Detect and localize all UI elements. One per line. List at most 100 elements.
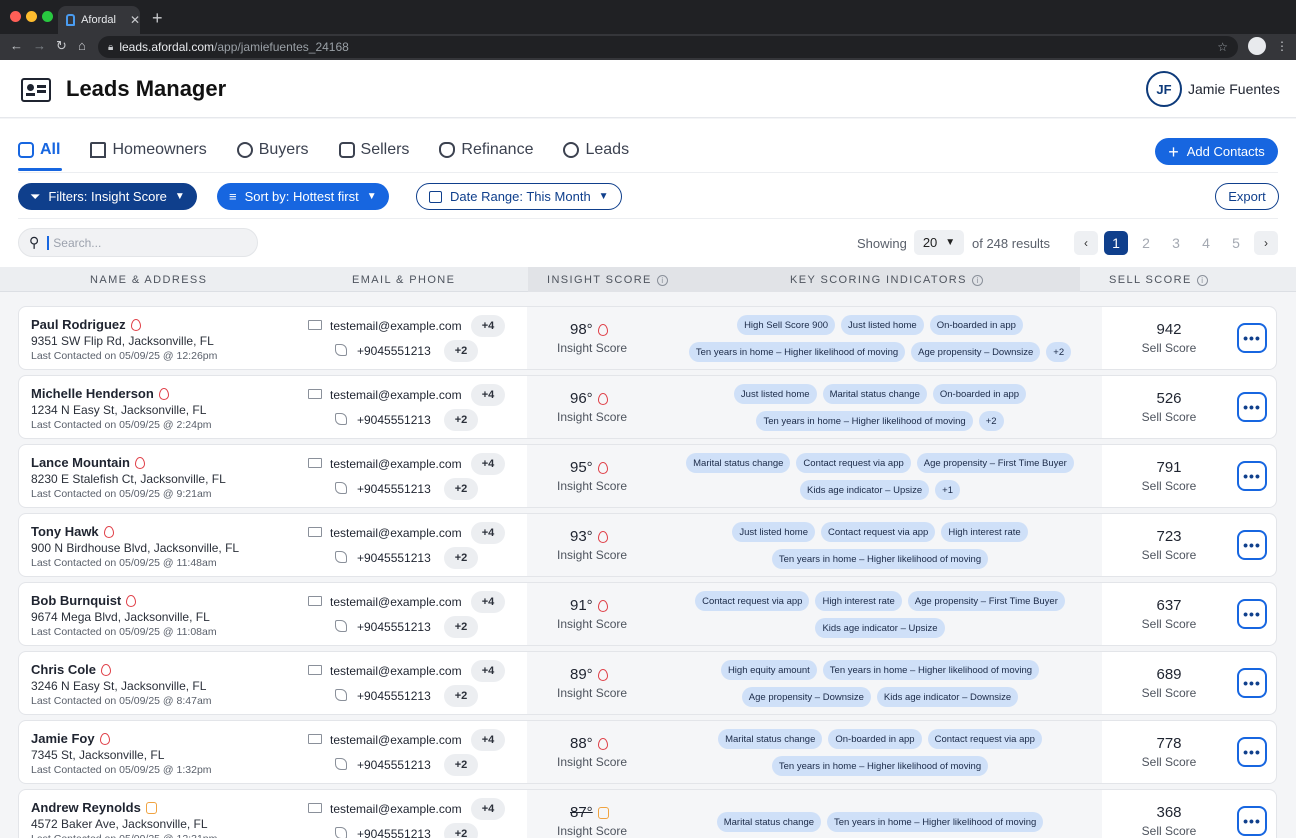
lead-phone[interactable]: +9045551213 [357,413,431,427]
table-row[interactable]: Michelle Henderson 1234 N Easy St, Jackso… [18,375,1277,439]
table-row[interactable]: Lance Mountain 8230 E Stalefish Ct, Jacks… [18,444,1277,508]
more-emails-badge[interactable]: +4 [471,384,505,406]
lead-name[interactable]: Michelle Henderson [31,386,154,401]
column-name-address[interactable]: NAME & ADDRESS [90,274,207,286]
lead-email[interactable]: testemail@example.com [330,319,462,333]
prev-page-button[interactable]: ‹ [1074,231,1098,255]
indicator-chip[interactable]: +2 [978,411,1004,431]
lead-name-row[interactable]: Jamie Foy [31,731,110,746]
lead-name-row[interactable]: Bob Burnquist [31,593,137,608]
tab-sellers[interactable]: Sellers [338,141,409,171]
indicator-chip[interactable]: Ten years in home – Higher likelihood of… [756,411,973,431]
table-row[interactable]: Bob Burnquist 9674 Mega Blvd, Jacksonvill… [18,582,1277,646]
indicator-chip[interactable]: +2 [1046,342,1072,362]
address-bar[interactable]: 🔒︎ leads.afordal.com /app/jamiefuentes_2… [98,36,1238,58]
indicator-chip[interactable]: Marital status change [718,729,823,749]
lead-name[interactable]: Paul Rodriguez [31,317,126,332]
close-window-icon[interactable] [10,11,21,22]
indicator-chip[interactable]: Ten years in home – Higher likelihood of… [822,660,1040,680]
lead-name[interactable]: Bob Burnquist [31,593,121,608]
indicator-chip[interactable]: Contact request via app [796,453,911,473]
indicator-chip[interactable]: Kids age indicator – Downsize [876,687,1019,707]
more-phones-badge[interactable]: +2 [444,754,478,776]
lead-email[interactable]: testemail@example.com [330,733,462,747]
more-actions-button[interactable]: ••• [1237,806,1267,836]
column-email-phone[interactable]: EMAIL & PHONE [352,274,455,286]
back-arrow-icon[interactable]: ← [10,38,23,53]
lead-phone[interactable]: +9045551213 [357,482,431,496]
indicator-chip[interactable]: On-boarded in app [929,315,1023,335]
filters-dropdown[interactable]: ⏷ Filters: Insight Score ▼ [18,183,197,210]
more-actions-button[interactable]: ••• [1237,323,1267,353]
lead-phone[interactable]: +9045551213 [357,620,431,634]
browser-profile-icon[interactable] [1248,37,1266,55]
tab-homeowners[interactable]: Homeowners [90,141,207,171]
more-phones-badge[interactable]: +2 [444,547,478,569]
table-row[interactable]: Andrew Reynolds 4572 Baker Ave, Jacksonvi… [18,789,1277,838]
lead-phone[interactable]: +9045551213 [357,689,431,703]
indicator-chip[interactable]: Age propensity – Downsize [911,342,1041,362]
minimize-window-icon[interactable] [26,11,37,22]
lead-name-row[interactable]: Michelle Henderson [31,386,169,401]
avatar[interactable]: JF [1146,71,1182,107]
indicator-chip[interactable]: Marital status change [686,453,791,473]
more-actions-button[interactable]: ••• [1237,392,1267,422]
indicator-chip[interactable]: Ten years in home – Higher likelihood of… [771,756,989,776]
tab-buyers[interactable]: Buyers [236,141,309,171]
indicator-chip[interactable]: Age propensity – First Time Buyer [916,453,1074,473]
indicator-chip[interactable]: Kids age indicator – Upsize [800,480,930,500]
table-row[interactable]: Jamie Foy 7345 St, Jacksonville, FL Last C… [18,720,1277,784]
tab-all[interactable]: All [18,141,63,171]
user-name[interactable]: Jamie Fuentes [1188,81,1280,97]
indicator-chip[interactable]: Marital status change [822,384,927,404]
table-row[interactable]: Paul Rodriguez 9351 SW Flip Rd, Jacksonvi… [18,306,1277,370]
column-key-indicators[interactable]: KEY SCORING INDICATORS i [790,274,983,286]
lead-email[interactable]: testemail@example.com [330,457,462,471]
column-sell-score[interactable]: SELL SCORE i [1109,274,1208,286]
lead-phone[interactable]: +9045551213 [357,827,431,838]
forward-arrow-icon[interactable]: → [33,38,46,53]
indicator-chip[interactable]: Contact request via app [927,729,1042,749]
lead-name[interactable]: Lance Mountain [31,455,130,470]
indicator-chip[interactable]: High Sell Score 900 [737,315,836,335]
search-input[interactable] [47,235,238,250]
lead-email[interactable]: testemail@example.com [330,388,462,402]
indicator-chip[interactable]: Just listed home [732,522,815,542]
export-button[interactable]: Export [1215,183,1279,210]
more-emails-badge[interactable]: +4 [471,522,505,544]
more-emails-badge[interactable]: +4 [471,453,505,475]
more-emails-badge[interactable]: +4 [471,315,505,337]
tab-leads[interactable]: Leads [563,141,629,171]
indicator-chip[interactable]: On-boarded in app [932,384,1027,404]
indicator-chip[interactable]: Marital status change [716,812,822,832]
date-range-dropdown[interactable]: Date Range: This Month ▼ [416,183,622,210]
indicator-chip[interactable]: High interest rate [941,522,1028,542]
indicator-chip[interactable]: +1 [935,480,960,500]
more-actions-button[interactable]: ••• [1237,599,1267,629]
indicator-chip[interactable]: Just listed home [733,384,817,404]
per-page-select[interactable]: 20 ▼ [914,230,964,255]
indicator-chip[interactable]: Age propensity – Downsize [741,687,871,707]
browser-tab[interactable]: Afordal ✕ [58,6,140,34]
tab-refinance[interactable]: Refinance [439,141,533,171]
indicator-chip[interactable]: Contact request via app [820,522,936,542]
next-page-button[interactable]: › [1254,231,1278,255]
indicator-chip[interactable]: Ten years in home – Higher likelihood of… [827,812,1044,832]
info-icon[interactable]: i [656,274,668,286]
more-phones-badge[interactable]: +2 [444,616,478,638]
info-icon[interactable]: i [971,274,983,286]
more-phones-badge[interactable]: +2 [444,478,478,500]
lead-name-row[interactable]: Chris Cole [31,662,112,677]
more-phones-badge[interactable]: +2 [444,685,478,707]
page-2-button[interactable]: 2 [1134,231,1158,255]
reload-icon[interactable]: ↻ [56,38,67,54]
more-emails-badge[interactable]: +4 [471,660,505,682]
home-icon[interactable]: ⌂ [78,38,86,53]
table-row[interactable]: Tony Hawk 900 N Birdhouse Blvd, Jacksonvi… [18,513,1277,577]
page-1-button[interactable]: 1 [1104,231,1128,255]
page-4-button[interactable]: 4 [1194,231,1218,255]
lead-name-row[interactable]: Paul Rodriguez [31,317,141,332]
lead-email[interactable]: testemail@example.com [330,595,462,609]
lead-email[interactable]: testemail@example.com [330,802,462,816]
column-insight-score[interactable]: INSIGHT SCORE i [547,274,668,286]
